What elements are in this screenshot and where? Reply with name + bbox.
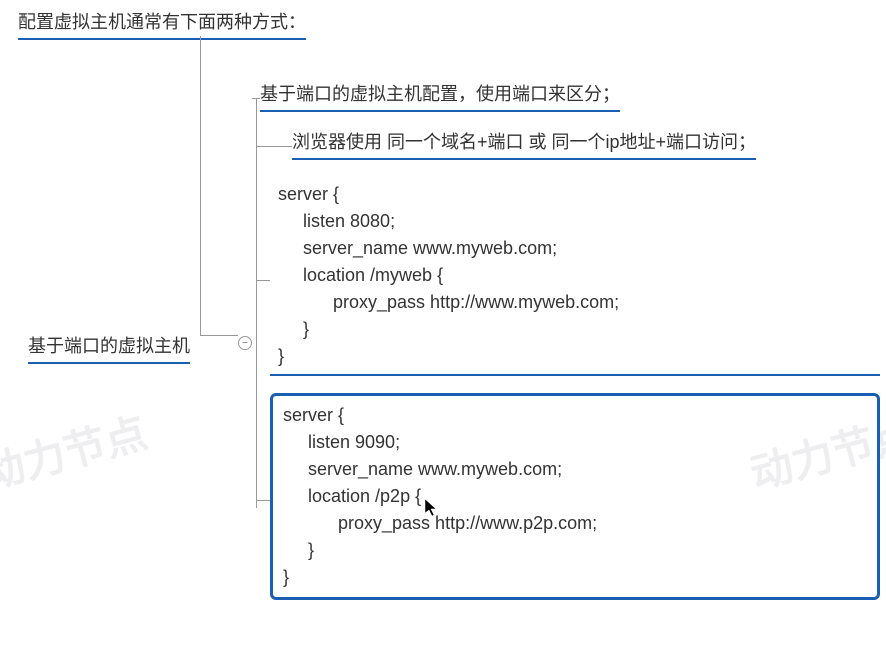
connector-line	[256, 500, 270, 501]
connector-line	[256, 146, 292, 147]
connector-line	[200, 335, 238, 336]
collapse-toggle[interactable]: −	[238, 336, 252, 350]
watermark-text: 动力节点	[0, 399, 153, 501]
connector-line	[256, 280, 270, 281]
root-node[interactable]: 配置虚拟主机通常有下面两种方式：	[18, 8, 306, 40]
connector-line	[200, 36, 201, 336]
leaf-node-code-server-8080[interactable]: server { listen 8080; server_name www.my…	[270, 177, 880, 376]
leaf-node-description-1[interactable]: 基于端口的虚拟主机配置，使用端口来区分；	[260, 80, 620, 112]
mindmap-container: 配置虚拟主机通常有下面两种方式： 基于端口的虚拟主机 − 基于端口的虚拟主机配置…	[0, 0, 886, 20]
leaf-node-code-server-9090-selected[interactable]: server { listen 9090; server_name www.my…	[270, 393, 880, 600]
leaf-node-description-2[interactable]: 浏览器使用 同一个域名+端口 或 同一个ip地址+端口访问；	[292, 128, 756, 160]
connector-line	[256, 98, 257, 508]
branch-node-port-based[interactable]: 基于端口的虚拟主机	[28, 332, 190, 364]
connector-line	[252, 98, 260, 99]
